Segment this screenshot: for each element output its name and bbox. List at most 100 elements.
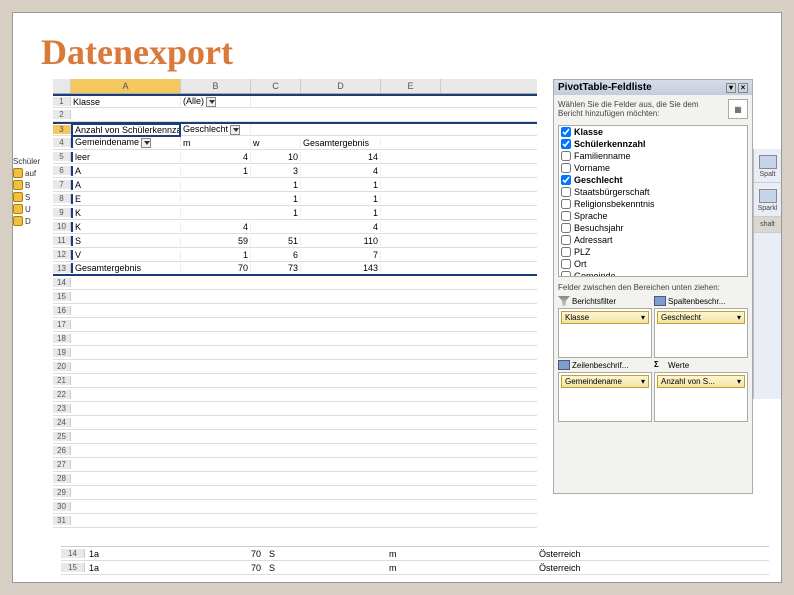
table-row[interactable]: 24 <box>53 416 537 430</box>
table-row[interactable]: 5leer41014 <box>53 150 537 164</box>
table-row[interactable]: 4 Gemeindename m w Gesamtergebnis <box>53 136 537 150</box>
field-checkbox[interactable] <box>561 163 571 173</box>
slide-title: Datenexport <box>13 13 781 79</box>
area-row-box[interactable]: Gemeindename▾ <box>558 372 652 422</box>
field-item[interactable]: Gemeinde <box>559 270 747 277</box>
table-row[interactable]: 22 <box>53 388 537 402</box>
sidebar-item[interactable]: S <box>13 192 53 202</box>
fieldlist-fields[interactable]: Klasse Schülerkennzahl Familienname Vorn… <box>558 125 748 277</box>
area-filter-box[interactable]: Klasse▾ <box>558 308 652 358</box>
field-pill[interactable]: Anzahl von S...▾ <box>657 375 745 388</box>
folder-icon <box>13 216 23 226</box>
corner-cell[interactable] <box>53 79 71 93</box>
minimize-icon[interactable]: ▾ <box>726 83 736 93</box>
field-item[interactable]: Ort <box>559 258 747 270</box>
table-row[interactable]: 20 <box>53 360 537 374</box>
field-pill[interactable]: Geschlecht▾ <box>657 311 745 324</box>
folder-icon <box>13 180 23 190</box>
col-header-e[interactable]: E <box>381 79 441 93</box>
folder-icon <box>13 204 23 214</box>
table-row[interactable]: 15 <box>53 290 537 304</box>
table-row[interactable]: 30 <box>53 500 537 514</box>
area-row-label: Zeilenbeschrif... <box>558 360 652 370</box>
table-row[interactable]: 9K11 <box>53 206 537 220</box>
dropdown-icon[interactable] <box>206 97 216 107</box>
field-checkbox[interactable] <box>561 187 571 197</box>
pivot-field-list[interactable]: PivotTable-Feldliste ▾ × Wählen Sie die … <box>553 79 753 494</box>
table-row[interactable]: 16 <box>53 304 537 318</box>
field-checkbox[interactable] <box>561 247 571 257</box>
field-item[interactable]: Besuchsjahr <box>559 222 747 234</box>
col-header-d[interactable]: D <box>301 79 381 93</box>
field-checkbox[interactable] <box>561 151 571 161</box>
field-item[interactable]: PLZ <box>559 246 747 258</box>
fieldlist-hint: Wählen Sie die Felder aus, die Sie dem B… <box>554 95 752 123</box>
spreadsheet[interactable]: A B C D E 1 Klasse (Alle) 2 3 Anzahl von… <box>53 79 537 499</box>
dropdown-icon[interactable] <box>230 125 240 135</box>
field-checkbox[interactable] <box>561 199 571 209</box>
layout-options-icon[interactable]: ▦ <box>728 99 748 119</box>
table-row[interactable]: 25 <box>53 430 537 444</box>
field-checkbox[interactable] <box>561 139 571 149</box>
field-item[interactable]: Staatsbürgerschaft <box>559 186 747 198</box>
field-item[interactable]: Religionsbekenntnis <box>559 198 747 210</box>
table-row[interactable]: 14 1a 70 S m Österreich <box>61 547 769 561</box>
col-header-a[interactable]: A <box>71 79 181 93</box>
column-headers: A B C D E <box>53 79 537 94</box>
chart-icon[interactable] <box>759 155 777 169</box>
sparkline-icon[interactable] <box>759 189 777 203</box>
field-checkbox[interactable] <box>561 127 571 137</box>
field-item[interactable]: Vorname <box>559 162 747 174</box>
sidebar-item[interactable]: D <box>13 216 53 226</box>
field-item[interactable]: Schülerkennzahl <box>559 138 747 150</box>
table-row[interactable]: 18 <box>53 332 537 346</box>
field-checkbox[interactable] <box>561 271 571 277</box>
field-checkbox[interactable] <box>561 223 571 233</box>
table-row[interactable]: 12V167 <box>53 248 537 262</box>
drag-hint: Felder zwischen den Bereichen unten zieh… <box>554 279 752 296</box>
area-val-box[interactable]: Anzahl von S...▾ <box>654 372 748 422</box>
field-checkbox[interactable] <box>561 235 571 245</box>
field-item[interactable]: Familienname <box>559 150 747 162</box>
field-checkbox[interactable] <box>561 211 571 221</box>
table-row[interactable]: 15 1a 70 S m Österreich <box>61 561 769 575</box>
field-pill[interactable]: Gemeindename▾ <box>561 375 649 388</box>
sidebar-item[interactable]: auf <box>13 168 53 178</box>
col-header-c[interactable]: C <box>251 79 301 93</box>
table-row[interactable]: 14 <box>53 276 537 290</box>
table-row[interactable]: 27 <box>53 458 537 472</box>
field-item[interactable]: Klasse <box>559 126 747 138</box>
table-row[interactable]: 28 <box>53 472 537 486</box>
area-col-box[interactable]: Geschlecht▾ <box>654 308 748 358</box>
sidebar-item[interactable]: U <box>13 204 53 214</box>
table-row[interactable]: 23 <box>53 402 537 416</box>
table-row[interactable]: 8E11 <box>53 192 537 206</box>
table-row[interactable]: 10K44 <box>53 220 537 234</box>
table-row[interactable]: 1 Klasse (Alle) <box>53 94 537 108</box>
table-row[interactable]: 3 Anzahl von Schülerkennzahl Geschlecht <box>53 122 537 136</box>
table-row[interactable]: 31 <box>53 514 537 528</box>
table-row[interactable]: 17 <box>53 318 537 332</box>
fieldlist-title-bar[interactable]: PivotTable-Feldliste ▾ × <box>554 80 752 95</box>
field-item[interactable]: Adressart <box>559 234 747 246</box>
field-pill[interactable]: Klasse▾ <box>561 311 649 324</box>
table-row[interactable]: 29 <box>53 486 537 500</box>
table-row[interactable]: 11S5951110 <box>53 234 537 248</box>
close-icon[interactable]: × <box>738 83 748 93</box>
table-row[interactable]: 7A11 <box>53 178 537 192</box>
sidebar-item[interactable]: B <box>13 180 53 190</box>
table-row[interactable]: 21 <box>53 374 537 388</box>
table-row[interactable]: 6A134 <box>53 164 537 178</box>
dropdown-icon[interactable] <box>141 138 151 148</box>
col-header-b[interactable]: B <box>181 79 251 93</box>
table-row[interactable]: 2 <box>53 108 537 122</box>
field-checkbox[interactable] <box>561 259 571 269</box>
field-item[interactable]: Sprache <box>559 210 747 222</box>
table-row[interactable]: 19 <box>53 346 537 360</box>
field-item[interactable]: Geschlecht <box>559 174 747 186</box>
table-row[interactable]: 13Gesamtergebnis7073143 <box>53 262 537 276</box>
rows-icon <box>558 360 570 370</box>
field-checkbox[interactable] <box>561 175 571 185</box>
table-row[interactable]: 26 <box>53 444 537 458</box>
filter-icon <box>558 296 570 306</box>
